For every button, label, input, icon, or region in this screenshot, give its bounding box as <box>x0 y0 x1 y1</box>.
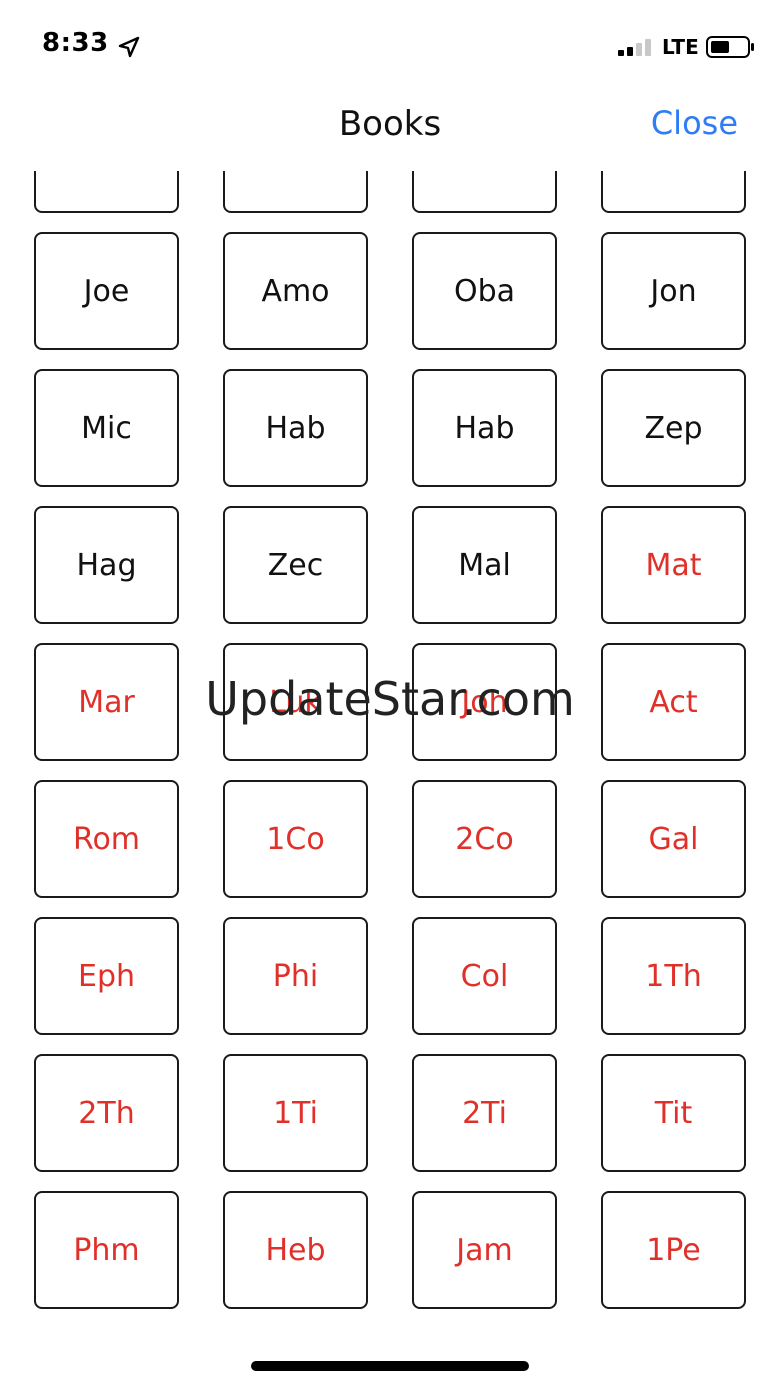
book-label: 2Th <box>78 1095 135 1131</box>
book-button[interactable]: Hag <box>34 506 179 624</box>
book-label: 2Ti <box>462 1095 507 1131</box>
book-button[interactable]: Hab <box>223 369 368 487</box>
book-label: Mal <box>458 547 511 583</box>
book-label: Jon <box>650 273 697 309</box>
book-button[interactable]: Gal <box>601 780 746 898</box>
book-button[interactable]: Hos <box>601 171 746 213</box>
book-button[interactable]: 2Co <box>412 780 557 898</box>
book-button[interactable]: Mat <box>601 506 746 624</box>
book-button[interactable]: Act <box>601 643 746 761</box>
book-label: 1Th <box>645 958 702 994</box>
book-label: Heb <box>265 1232 326 1268</box>
book-button[interactable]: Jon <box>601 232 746 350</box>
book-button[interactable]: 1Co <box>223 780 368 898</box>
book-label: Eph <box>77 958 135 994</box>
book-label: Mat <box>645 547 702 583</box>
book-button[interactable]: 2Ti <box>412 1054 557 1172</box>
book-label: Rom <box>72 821 141 857</box>
book-button[interactable]: Mic <box>34 369 179 487</box>
book-label: Zep <box>644 410 703 446</box>
navigation-bar: Books Close <box>0 92 780 162</box>
book-label: Mic <box>81 410 132 446</box>
book-label: Dan <box>454 171 515 172</box>
book-button[interactable]: Tit <box>601 1054 746 1172</box>
book-label: 1Co <box>266 821 325 857</box>
book-button[interactable]: Zep <box>601 369 746 487</box>
book-button[interactable]: Jam <box>412 1191 557 1309</box>
network-type-label: LTE <box>662 35 699 59</box>
book-label: 1Pe <box>646 1232 701 1268</box>
book-button[interactable]: Eph <box>34 917 179 1035</box>
book-button[interactable]: Phm <box>34 1191 179 1309</box>
book-button[interactable]: Heb <box>223 1191 368 1309</box>
status-time: 8:33 <box>42 28 109 58</box>
book-label: Hab <box>265 410 326 446</box>
book-button[interactable]: Oba <box>412 232 557 350</box>
book-label: Phm <box>73 1232 140 1268</box>
book-label: Luk <box>269 684 322 720</box>
book-label: Act <box>649 684 698 720</box>
book-label: 1Ti <box>273 1095 318 1131</box>
book-label: Zec <box>267 547 324 583</box>
book-button[interactable]: Lam <box>34 171 179 213</box>
location-arrow-icon <box>118 36 140 58</box>
book-label: Phi <box>272 958 319 994</box>
book-label: Hab <box>454 410 515 446</box>
book-button[interactable]: Col <box>412 917 557 1035</box>
books-grid: Lam Eze Dan Hos Joe Amo Oba Jon Mic Hab Hab Zep Hag Z… <box>34 171 746 1309</box>
book-button[interactable]: 2Th <box>34 1054 179 1172</box>
book-label: Mar <box>78 684 135 720</box>
book-label: Tit <box>654 1095 693 1131</box>
home-indicator[interactable] <box>251 1361 529 1371</box>
books-grid-scroll-area[interactable]: Lam Eze Dan Hos Joe Amo Oba Jon Mic Hab Hab Zep Hag Z… <box>0 171 780 1341</box>
book-label: Amo <box>261 273 330 309</box>
book-label: Gal <box>648 821 699 857</box>
book-button[interactable]: Joh <box>412 643 557 761</box>
book-button[interactable]: Mal <box>412 506 557 624</box>
book-button[interactable]: Zec <box>223 506 368 624</box>
battery-icon <box>706 36 754 58</box>
book-label: Eze <box>269 171 322 172</box>
book-label: Joh <box>461 684 508 720</box>
book-button[interactable]: 1Th <box>601 917 746 1035</box>
book-label: Lam <box>74 171 138 172</box>
close-button[interactable]: Close <box>651 104 738 142</box>
book-label: Hag <box>76 547 137 583</box>
book-label: 2Co <box>455 821 514 857</box>
book-button[interactable]: Mar <box>34 643 179 761</box>
book-button[interactable]: 1Ti <box>223 1054 368 1172</box>
book-button[interactable]: Hab <box>412 369 557 487</box>
book-label: Joe <box>83 273 130 309</box>
book-button[interactable]: Joe <box>34 232 179 350</box>
book-button[interactable]: Rom <box>34 780 179 898</box>
book-label: Hos <box>645 171 702 172</box>
book-button[interactable]: Phi <box>223 917 368 1035</box>
signal-bars-icon <box>618 39 651 56</box>
book-button[interactable]: Amo <box>223 232 368 350</box>
book-label: Oba <box>453 273 516 309</box>
book-button[interactable]: Eze <box>223 171 368 213</box>
book-button[interactable]: Dan <box>412 171 557 213</box>
book-button[interactable]: Luk <box>223 643 368 761</box>
book-label: Col <box>460 958 509 994</box>
book-button[interactable]: 1Pe <box>601 1191 746 1309</box>
book-label: Jam <box>456 1232 513 1268</box>
status-bar: 8:33 LTE <box>0 0 780 92</box>
